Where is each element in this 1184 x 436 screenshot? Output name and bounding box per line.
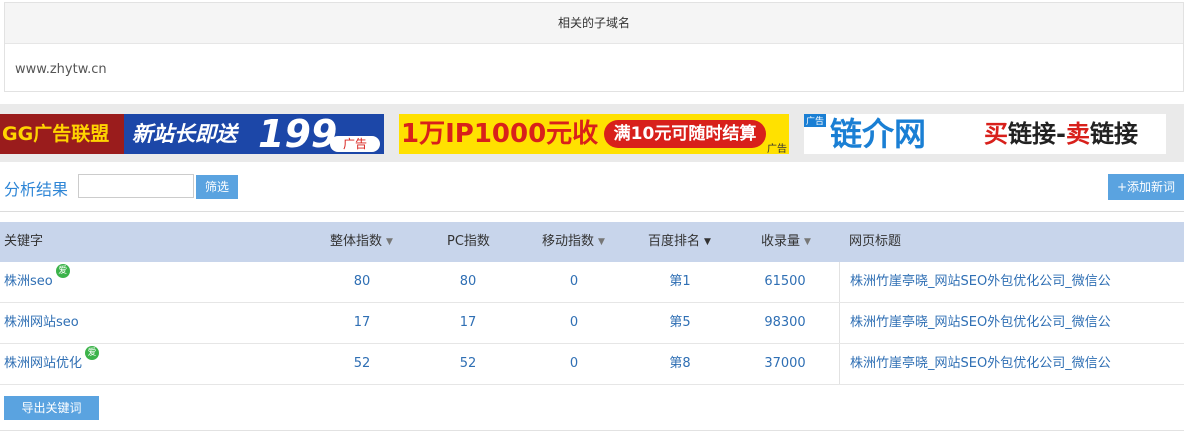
- filter-input[interactable]: [78, 174, 194, 198]
- keyword-link[interactable]: 株洲网站seo: [4, 303, 79, 343]
- header-mobile[interactable]: 移动指数 ▼: [542, 222, 605, 262]
- header-indexed[interactable]: 收录量 ▼: [761, 222, 811, 262]
- keyword-table: 关键字 整体指数 ▼ PC指数 移动指数 ▼ 百度排名 ▼ 收录量 ▼ 网页标题 株洲s…: [0, 222, 1184, 385]
- table-row: 株洲seo爱 80 80 0 第1 61500 株洲竹崖亭晓_网站SEO外包优化…: [0, 262, 1184, 303]
- ad-banner-lianjie[interactable]: 广告 链介网 买链接-卖链接: [804, 114, 1166, 154]
- ad-buy: 买: [984, 120, 1008, 148]
- ad-gg-brand: GG广告联盟: [0, 114, 124, 154]
- indexed-count[interactable]: 98300: [760, 303, 810, 343]
- mobile-index: 0: [569, 274, 579, 289]
- indexed-count[interactable]: 61500: [760, 262, 810, 302]
- header-pc: PC指数: [447, 234, 490, 249]
- ad-link1: 链接-: [1008, 120, 1066, 148]
- pc-index: 80: [459, 274, 477, 289]
- baidu-rank[interactable]: 第8: [660, 344, 700, 384]
- mobile-index: 0: [569, 356, 579, 371]
- baidu-rank[interactable]: 第1: [660, 262, 700, 302]
- ad-gg-tag: 广告: [330, 136, 380, 152]
- ai-badge-icon: 爱: [55, 264, 70, 278]
- ad-banner-ip[interactable]: 1万IP1000元收 满10元可随时结算 广告: [399, 114, 789, 154]
- ad-lianjie-name: 链介网: [830, 115, 927, 153]
- bottom-divider: [0, 430, 1184, 431]
- overall-index: 52: [353, 356, 371, 371]
- ad-sell: 卖: [1065, 120, 1090, 148]
- ad-link2: 链接: [1089, 120, 1138, 148]
- divider: [0, 211, 1184, 212]
- add-keyword-button[interactable]: +添加新词: [1108, 174, 1184, 200]
- table-row: 株洲网站优化爱 52 52 0 第8 37000 株洲竹崖亭晓_网站SEO外包优…: [0, 344, 1184, 385]
- ad-gg-text: 新站长即送: [132, 122, 237, 146]
- keyword-link[interactable]: 株洲网站优化爱: [4, 344, 100, 384]
- baidu-rank[interactable]: 第5: [660, 303, 700, 343]
- overall-index: 80: [353, 274, 371, 289]
- ad-lianjie-slogan: 买链接-卖链接: [984, 114, 1138, 154]
- ad-ip-pill: 满10元可随时结算: [604, 120, 766, 148]
- overall-index: 17: [353, 315, 371, 330]
- sort-caret-icon: ▼: [386, 237, 393, 247]
- ai-badge-icon: 爱: [85, 346, 100, 360]
- page-title-link[interactable]: 株洲竹崖亭晓_网站SEO外包优化公司_微信公: [839, 262, 1111, 302]
- analysis-title: 分析结果: [4, 180, 69, 199]
- sort-caret-icon: ▼: [704, 237, 711, 247]
- header-rank[interactable]: 百度排名 ▼: [648, 222, 711, 262]
- header-page-title: 网页标题: [849, 234, 902, 249]
- subdomain-panel-title: 相关的子域名: [5, 3, 1183, 44]
- subdomain-link[interactable]: www.zhytw.cn: [5, 44, 1183, 96]
- header-overall[interactable]: 整体指数 ▼: [330, 222, 393, 262]
- ad-strip: GG广告联盟 新站长即送 199 广告 1万IP1000元收 满10元可随时结算…: [0, 104, 1184, 162]
- page-title-link[interactable]: 株洲竹崖亭晓_网站SEO外包优化公司_微信公: [839, 344, 1111, 384]
- keyword-link[interactable]: 株洲seo爱: [4, 262, 70, 302]
- header-keyword: 关键字: [4, 234, 44, 249]
- related-subdomain-panel: 相关的子域名 www.zhytw.cn: [4, 2, 1184, 92]
- table-header: 关键字 整体指数 ▼ PC指数 移动指数 ▼ 百度排名 ▼ 收录量 ▼ 网页标题: [0, 222, 1184, 262]
- ad-gg-number: 199: [258, 114, 338, 154]
- pc-index: 52: [459, 356, 477, 371]
- filter-bar: 分析结果 筛选 +添加新词: [0, 172, 1184, 202]
- ad-lianjie-tag: 广告: [804, 114, 827, 127]
- mobile-index: 0: [569, 315, 579, 330]
- ad-ip-tag: 广告: [767, 144, 787, 154]
- ad-ip-text: 1万IP1000元收: [401, 119, 599, 149]
- page-title-link[interactable]: 株洲竹崖亭晓_网站SEO外包优化公司_微信公: [839, 303, 1111, 343]
- indexed-count[interactable]: 37000: [760, 344, 810, 384]
- sort-caret-icon: ▼: [598, 237, 605, 247]
- pc-index: 17: [459, 315, 477, 330]
- sort-caret-icon: ▼: [804, 237, 811, 247]
- export-keywords-button[interactable]: 导出关键词: [4, 396, 99, 420]
- ad-banner-gg[interactable]: GG广告联盟 新站长即送 199 广告: [0, 114, 384, 154]
- table-row: 株洲网站seo 17 17 0 第5 98300 株洲竹崖亭晓_网站SEO外包优…: [0, 303, 1184, 344]
- filter-button[interactable]: 筛选: [196, 175, 238, 199]
